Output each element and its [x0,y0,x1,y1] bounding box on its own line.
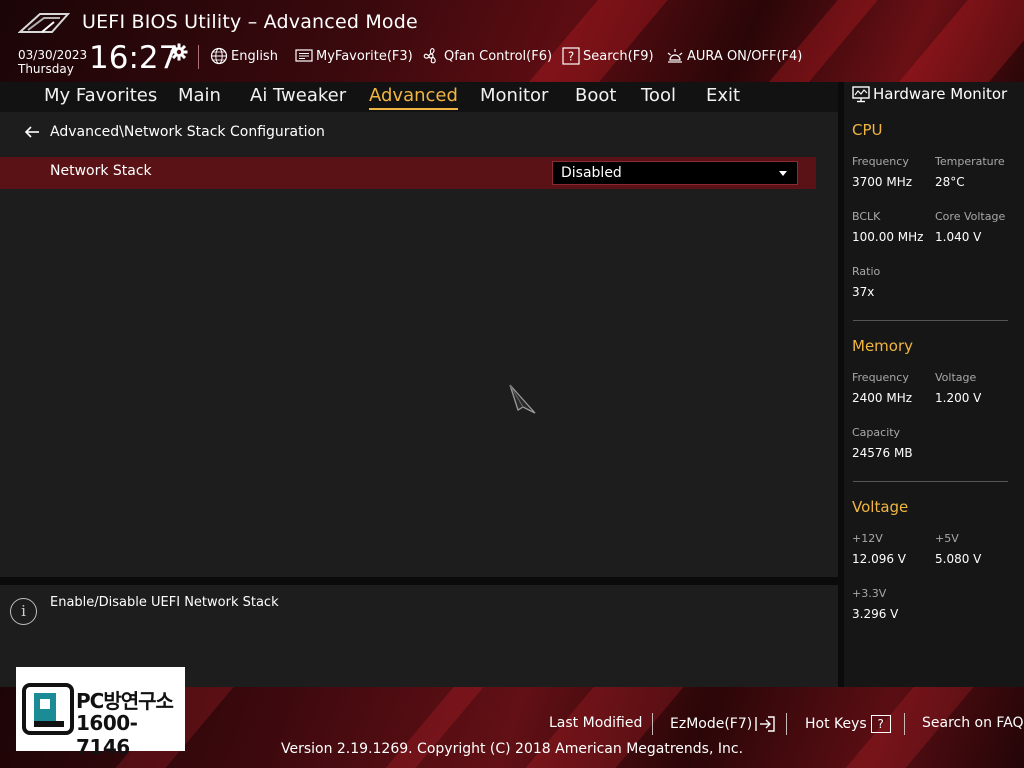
voltage-12v-value: 12.096 V [852,552,907,566]
voltage-33v-label: +3.3V [852,587,887,600]
cpu-bclk-label: BCLK [852,210,881,223]
footer-divider [904,713,905,735]
cpu-bclk-value: 100.00 MHz [852,230,924,244]
cpu-core-voltage-value: 1.040 V [935,230,982,244]
voltage-12v-label: +12V [852,532,883,545]
tab-my-favorites[interactable]: My Favorites [44,85,157,106]
breadcrumb-path: Advanced\Network Stack Configuration [50,124,325,140]
last-modified-label: Last Modified [549,715,643,731]
cpu-frequency-value: 3700 MHz [852,175,913,189]
cpu-ratio-label: Ratio [852,265,881,278]
qfan-control-button[interactable]: Qfan Control(F6) [421,46,552,66]
last-modified-button[interactable]: Last Modified [549,715,642,731]
globe-icon [210,47,228,65]
watermark-phone: 1600-7146 [76,711,138,759]
ezmode-exit-icon [755,716,775,732]
watermark-logo-icon [22,683,74,735]
hot-keys-label: Hot Keys [805,716,867,732]
cpu-temperature-value: 28°C [935,175,965,189]
decor-streak [513,0,677,82]
dropdown-value: Disabled [561,165,622,181]
clock-time[interactable]: 16:27 [89,40,178,76]
search-button[interactable]: ? Search(F9) [562,46,654,66]
memory-frequency-value: 2400 MHz [852,391,913,405]
decor-streak [753,0,887,82]
header-bar: UEFI BIOS Utility – Advanced Mode 03/30/… [0,0,1024,82]
cpu-core-voltage-label: Core Voltage [935,210,1006,223]
memory-capacity-value: 24576 MB [852,446,913,460]
memory-heading: Memory [852,337,914,355]
hardware-monitor-panel: Hardware Monitor CPU Frequency 3700 MHz … [844,82,1024,687]
aura-label: AURA ON/OFF(F4) [687,48,803,64]
voltage-5v-value: 5.080 V [935,552,982,566]
settings-panel: Advanced\Network Stack Configuration Net… [0,112,838,577]
search-icon: ? [562,47,580,65]
watermark-badge: PC방연구소 1600-7146 [16,667,185,759]
memory-voltage-label: Voltage [935,371,977,384]
rog-logo-icon [18,13,70,33]
section-divider [853,481,1008,482]
myfavorite-button[interactable]: MyFavorite(F3) [295,46,413,66]
gear-icon[interactable] [170,43,188,61]
date-text: 03/30/2023 [18,48,88,62]
hardware-monitor-title: Hardware Monitor [852,85,1007,103]
weekday-text: Thursday [18,62,74,76]
watermark-title: PC방연구소 [76,689,174,713]
myfavorite-icon [295,49,313,62]
breadcrumb[interactable]: Advanced\Network Stack Configuration [24,124,325,140]
cpu-temperature-label: Temperature [935,155,1005,168]
aura-icon [667,49,683,63]
svg-text:?: ? [568,50,574,64]
help-text: Enable/Disable UEFI Network Stack [50,595,279,610]
app-title: UEFI BIOS Utility – Advanced Mode [82,11,418,33]
back-arrow-icon[interactable] [24,125,40,139]
ezmode-label: EzMode(F7) [670,716,753,732]
search-label: Search(F9) [583,48,654,64]
voltage-5v-label: +5V [935,532,959,545]
hot-keys-button[interactable]: Hot Keys ? [805,715,891,733]
section-divider [853,320,1008,321]
voltage-33v-value: 3.296 V [852,607,899,621]
tab-ai-tweaker[interactable]: Ai Tweaker [250,85,346,106]
main-menu-bar: My Favorites Main Ai Tweaker Advanced Mo… [0,82,838,112]
hardware-monitor-label: Hardware Monitor [873,85,1008,103]
info-icon: i [10,598,37,625]
fan-icon [423,48,436,64]
dropdown-caret-icon [779,171,787,176]
language-button[interactable]: English [210,46,278,66]
search-faq-label: Search on FAQ [922,715,1024,731]
tab-advanced[interactable]: Advanced [369,85,458,110]
cpu-heading: CPU [852,121,883,139]
memory-capacity-label: Capacity [852,426,901,439]
tab-main[interactable]: Main [178,85,221,106]
cpu-frequency-label: Frequency [852,155,909,168]
monitor-icon [852,86,870,103]
footer-divider [652,713,653,735]
tab-exit[interactable]: Exit [706,85,740,106]
qfan-control-label: Qfan Control(F6) [444,48,553,64]
tab-boot[interactable]: Boot [575,85,616,106]
decor-streak [883,0,1024,82]
setting-row-network-stack[interactable]: Network Stack Disabled [0,157,816,189]
date-display: 03/30/2023 Thursday [18,48,87,76]
ezmode-button[interactable]: EzMode(F7) [670,715,776,733]
cpu-ratio-value: 37x [852,285,875,299]
search-faq-button[interactable]: Search on FAQ [922,715,1024,731]
network-stack-dropdown[interactable]: Disabled [552,161,798,185]
header-divider [198,45,199,69]
memory-voltage-value: 1.200 V [935,391,982,405]
mouse-cursor-icon [509,384,536,414]
memory-frequency-label: Frequency [852,371,909,384]
setting-label: Network Stack [50,163,152,179]
aura-toggle-button[interactable]: AURA ON/OFF(F4) [666,46,802,66]
help-key-icon: ? [870,715,891,733]
tab-tool[interactable]: Tool [641,85,676,106]
tab-monitor[interactable]: Monitor [480,85,548,106]
panel-divider [0,577,838,585]
myfavorite-label: MyFavorite(F3) [316,48,413,64]
footer-divider [786,713,787,735]
language-label: English [231,48,278,64]
voltage-heading: Voltage [852,498,909,516]
